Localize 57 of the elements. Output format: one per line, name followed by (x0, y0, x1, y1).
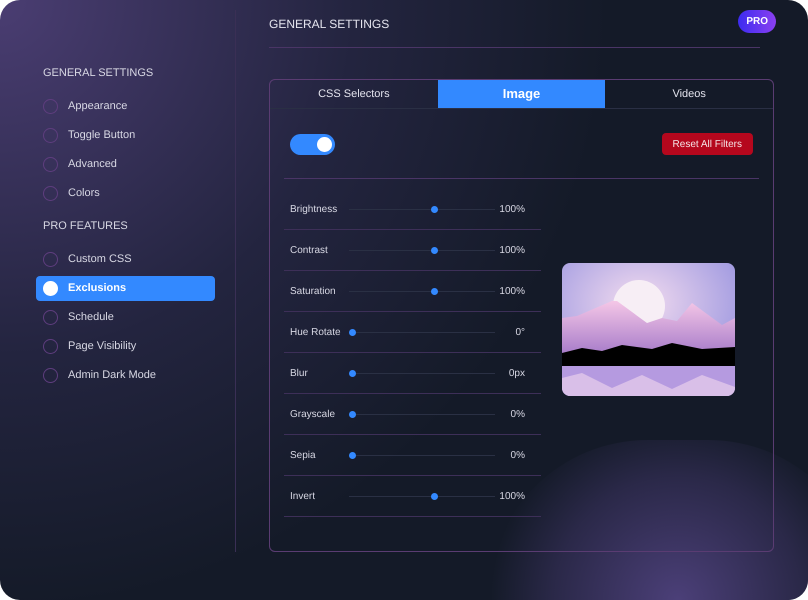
radio-icon (43, 252, 58, 267)
filter-value: 0px (508, 366, 525, 380)
slider[interactable] (349, 370, 495, 376)
sidebar-item[interactable]: Page Visibility (36, 334, 215, 359)
slider-thumb[interactable] (349, 452, 356, 458)
slider[interactable] (349, 452, 495, 458)
slider[interactable] (349, 492, 495, 500)
tab[interactable]: CSS Selectors (270, 80, 438, 108)
toggle-switch[interactable] (290, 134, 335, 154)
tab[interactable]: Videos (605, 80, 774, 108)
page-title: GENERAL SETTINGS (269, 16, 390, 32)
slider-thumb[interactable] (349, 328, 356, 336)
sidebar-item[interactable]: Appearance (36, 94, 215, 119)
slider-thumb[interactable] (349, 410, 356, 418)
filter-value: 0% (510, 408, 525, 422)
slider-thumb[interactable] (430, 288, 438, 294)
radio-icon (43, 186, 58, 201)
filter-label: Sepia (290, 448, 317, 462)
filter-label: Invert (290, 490, 316, 504)
filter-value: 100% (498, 202, 525, 216)
filter-label: Saturation (290, 284, 337, 298)
filter-value: 100% (498, 284, 525, 298)
radio-icon (43, 339, 58, 354)
filter-value: 0% (510, 448, 525, 462)
sidebar-item[interactable]: Toggle Button (36, 123, 215, 148)
filter-label: Brightness (290, 202, 338, 216)
filter-value: 100% (498, 490, 525, 504)
filter-value: 100% (498, 244, 525, 258)
slider-thumb[interactable] (430, 492, 438, 500)
filter-label: Blur (290, 366, 309, 380)
filter-label: Grayscale (290, 408, 336, 422)
pro-badge: PRO (738, 10, 776, 32)
sidebar-item[interactable]: Colors (36, 181, 215, 206)
radio-icon (43, 157, 58, 172)
radio-icon (43, 99, 58, 114)
radio-icon (43, 310, 58, 325)
slider-thumb[interactable] (430, 206, 438, 212)
sidebar-item[interactable]: Custom CSS (36, 247, 215, 272)
slider[interactable] (349, 328, 495, 336)
filter-label: Contrast (290, 244, 329, 258)
slider-thumb[interactable] (349, 370, 356, 376)
section-heading: PRO FEATURES (42, 219, 129, 234)
radio-icon (43, 281, 58, 296)
slider[interactable] (349, 206, 495, 212)
section-heading: GENERAL SETTINGS (42, 66, 154, 82)
slider[interactable] (349, 246, 495, 254)
slider-thumb[interactable] (430, 246, 438, 254)
radio-icon (43, 128, 58, 143)
slider[interactable] (349, 288, 495, 294)
slider[interactable] (349, 410, 495, 418)
sidebar-item[interactable]: Admin Dark Mode (36, 363, 215, 388)
sidebar-item[interactable]: Advanced (36, 152, 215, 177)
sidebar-item[interactable]: Schedule (36, 305, 215, 330)
filter-label: Hue Rotate (290, 326, 342, 340)
radio-icon (43, 368, 58, 383)
filter-value: 0° (514, 326, 525, 340)
reset-filters-button[interactable]: Reset All Filters (662, 133, 753, 155)
